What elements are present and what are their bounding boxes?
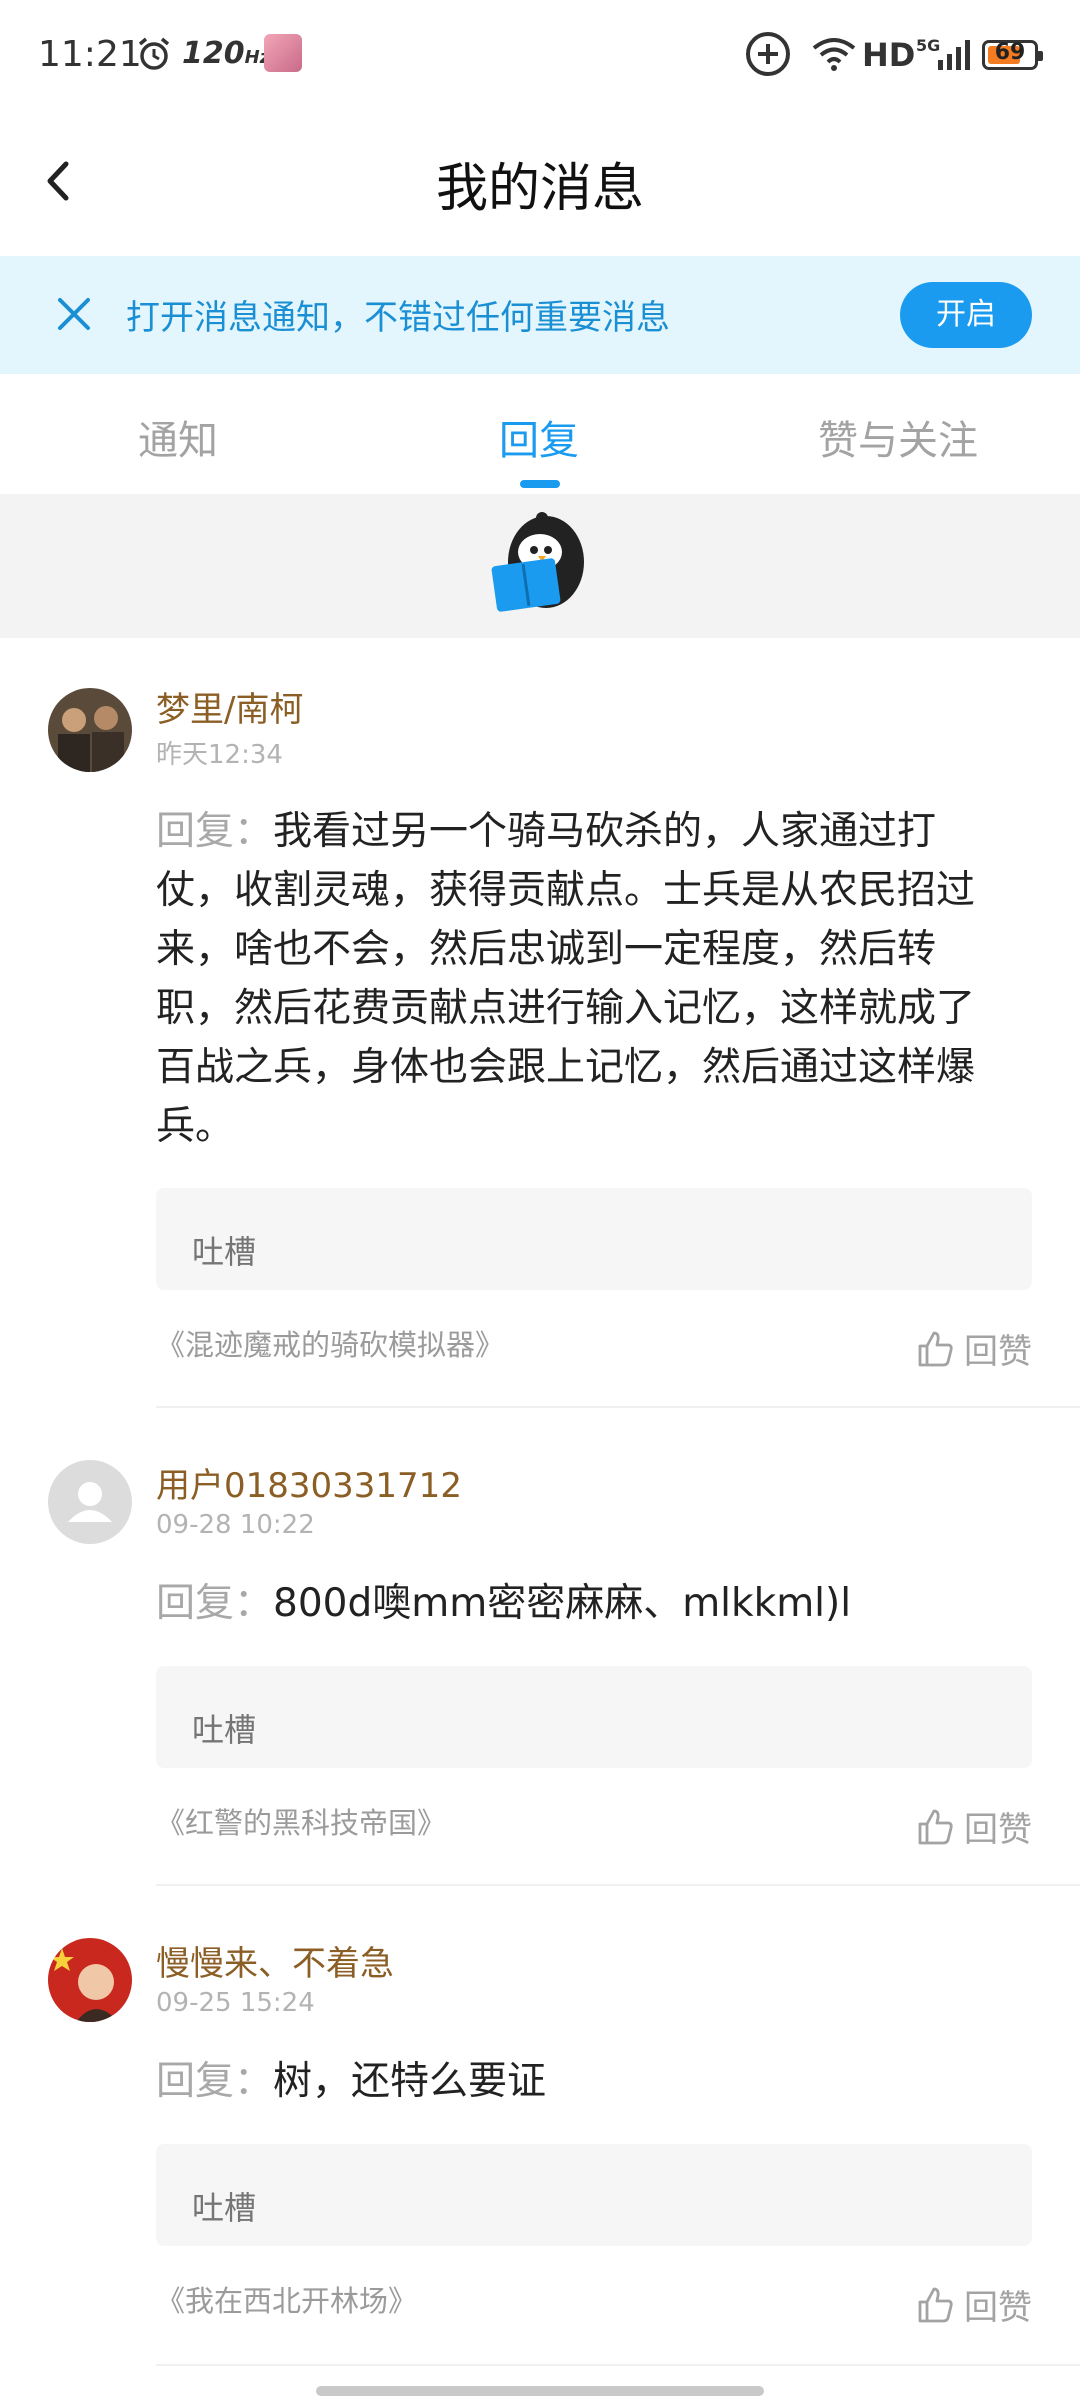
like-back-button[interactable]: 回赞 bbox=[916, 1324, 1032, 1373]
alarm-icon bbox=[138, 37, 170, 70]
battery-icon: 69 bbox=[982, 40, 1043, 70]
status-time: 11:21 bbox=[38, 34, 142, 75]
thumbs-up-icon bbox=[918, 1331, 953, 1366]
tab-likes-follows[interactable]: 赞与关注 bbox=[818, 408, 978, 466]
comment-input[interactable] bbox=[156, 1188, 1032, 1290]
enable-notifications-button[interactable]: 开启 bbox=[900, 282, 1032, 348]
message-time: 09-25 15:24 bbox=[156, 1988, 315, 2018]
message-tabs: 通知 回复 赞与关注 bbox=[0, 374, 1080, 494]
book-title-link[interactable]: 《红警的黑科技帝国》 bbox=[156, 1800, 446, 1842]
page-title: 我的消息 bbox=[435, 159, 644, 219]
avatar[interactable] bbox=[48, 1938, 132, 2022]
my-messages-screen: 11:21 120Hz HD 5G 69 我的消息 打开消息通知，不错过任何重要… bbox=[0, 0, 1080, 2400]
thumbs-up-icon bbox=[918, 1809, 953, 1844]
reply-content[interactable]: 回复：我看过另一个骑马砍杀的，人家通过打仗，收割灵魂，获得贡献点。士兵是从农民招… bbox=[156, 802, 1006, 1156]
active-tab-indicator bbox=[520, 480, 560, 488]
avatar[interactable] bbox=[48, 1460, 132, 1544]
comment-input[interactable] bbox=[156, 1666, 1032, 1768]
message-time: 昨天12:34 bbox=[156, 740, 283, 770]
refresh-rate: 120Hz bbox=[182, 36, 271, 71]
reply-content[interactable]: 回复：树，还特么要证 bbox=[156, 2052, 1006, 2111]
username[interactable]: 梦里/南柯 bbox=[156, 682, 303, 731]
message-item: 梦里/南柯 昨天12:34 回复：我看过另一个骑马砍杀的，人家通过打仗，收割灵魂… bbox=[0, 638, 1080, 1408]
signal-icon bbox=[938, 40, 970, 70]
status-bar: 11:21 120Hz HD 5G 69 bbox=[0, 0, 1080, 110]
notification-banner: 打开消息通知，不错过任何重要消息 开启 bbox=[0, 256, 1080, 374]
like-back-button[interactable]: 回赞 bbox=[916, 1802, 1032, 1851]
book-title-link[interactable]: 《我在西北开林场》 bbox=[156, 2278, 417, 2320]
home-indicator[interactable] bbox=[316, 2386, 764, 2396]
message-item: 用户01830331712 09-28 10:22 回复：800d噢mm密密麻麻… bbox=[0, 1408, 1080, 1886]
app-notification-icon bbox=[264, 34, 302, 72]
tab-replies[interactable]: 回复 bbox=[499, 408, 579, 466]
username[interactable]: 慢慢来、不着急 bbox=[156, 1936, 394, 1985]
reading-penguin-mascot-icon bbox=[491, 512, 584, 612]
book-title-link[interactable]: 《混迹魔戒的骑砍模拟器》 bbox=[156, 1322, 504, 1364]
avatar[interactable] bbox=[48, 688, 132, 772]
network-generation: 5G bbox=[916, 36, 941, 55]
wifi-icon bbox=[812, 38, 856, 71]
like-back-button[interactable]: 回赞 bbox=[916, 2280, 1032, 2329]
pull-refresh-area bbox=[0, 494, 1080, 638]
header-bar: 我的消息 bbox=[0, 110, 1080, 256]
network-hd: HD bbox=[862, 36, 916, 74]
thumbs-up-icon bbox=[918, 2287, 953, 2322]
comment-input[interactable] bbox=[156, 2144, 1032, 2246]
reply-content[interactable]: 回复：800d噢mm密密麻麻、mlkkml)l bbox=[156, 1574, 1006, 1633]
data-saver-icon bbox=[746, 32, 790, 76]
username[interactable]: 用户01830331712 bbox=[156, 1458, 462, 1507]
divider bbox=[156, 2364, 1080, 2366]
message-item: 慢慢来、不着急 09-25 15:24 回复：树，还特么要证 《我在西北开林场》… bbox=[0, 1886, 1080, 2366]
close-banner-button[interactable] bbox=[52, 292, 96, 336]
notification-banner-text: 打开消息通知，不错过任何重要消息 bbox=[126, 298, 670, 338]
tab-notifications[interactable]: 通知 bbox=[138, 408, 218, 466]
message-time: 09-28 10:22 bbox=[156, 1510, 315, 1540]
